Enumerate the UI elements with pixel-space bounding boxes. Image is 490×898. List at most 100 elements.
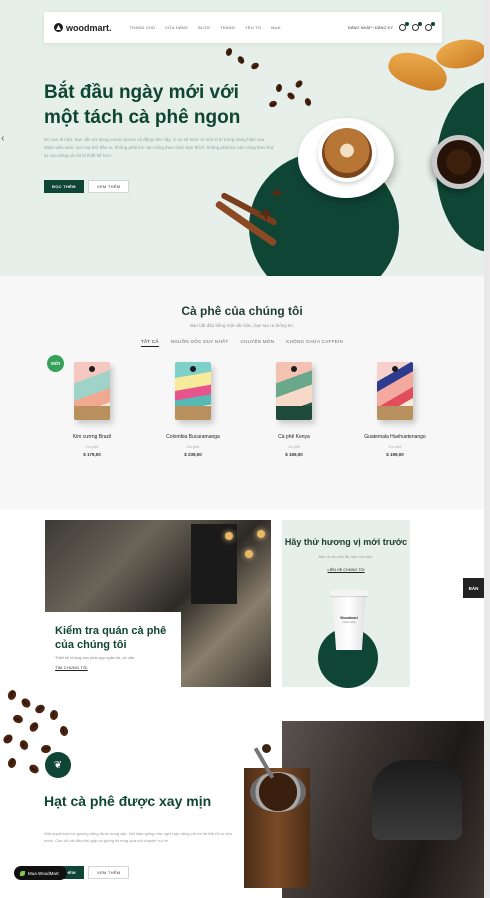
product-price: $ 179,00 bbox=[83, 452, 101, 457]
sale-tab-button[interactable]: BÁN bbox=[463, 578, 484, 598]
nav-item-pages[interactable]: TRANG bbox=[220, 25, 235, 30]
cafe-title: Kiểm tra quán cà phê của chúng tôi bbox=[55, 625, 167, 651]
promo-section: Kiểm tra quán cà phê của chúng tôi Thiết… bbox=[0, 510, 484, 700]
cup-lid-image bbox=[330, 590, 368, 596]
hero-read-more-button[interactable]: ĐỌC THÊM bbox=[44, 180, 84, 193]
nav-item-shop[interactable]: CỬA HÀNG bbox=[165, 25, 188, 30]
latte-art-image bbox=[322, 128, 372, 178]
hero-title: Bắt đầu ngày mới với một tách cà phê ngo… bbox=[44, 82, 241, 128]
product-category[interactable]: Cà phê bbox=[47, 444, 137, 449]
coffee-bean-image bbox=[303, 97, 313, 107]
nav-actions: ĐĂNG NHẬP / ĐĂNG KÝ bbox=[348, 22, 435, 31]
lamp-image bbox=[225, 532, 233, 540]
product-category[interactable]: Cà phê bbox=[148, 444, 238, 449]
tab-all[interactable]: TẤT CẢ bbox=[140, 339, 159, 347]
compare-count-badge bbox=[418, 22, 422, 26]
nav-item-elements[interactable]: YẾU TỐ bbox=[245, 25, 261, 30]
bag-label bbox=[74, 406, 110, 420]
leaf-icon bbox=[20, 870, 25, 876]
products-section: Cà phê của chúng tôi Bạn bắt đầu bằng mộ… bbox=[0, 276, 484, 510]
brand-dot bbox=[291, 366, 297, 372]
hero-section: woodmart. TRANG CHỦ CỬA HÀNG BLOG TRANG … bbox=[0, 0, 484, 276]
main-menu: TRANG CHỦ CỬA HÀNG BLOG TRANG YẾU TỐ MUA bbox=[130, 25, 281, 30]
product-category[interactable]: Cà phê bbox=[249, 444, 339, 449]
buy-woodmart-label: Mua WoodMart bbox=[28, 870, 59, 876]
logo-text: woodmart. bbox=[66, 22, 112, 33]
product-image[interactable] bbox=[377, 362, 413, 420]
product-name[interactable]: Colombia Bucaramanga bbox=[148, 434, 238, 440]
coffee-bean-image bbox=[40, 744, 52, 754]
coffee-bean-image bbox=[33, 703, 47, 715]
product-name[interactable]: Kim cương Brazil bbox=[47, 434, 137, 440]
page: woodmart. TRANG CHỦ CỬA HÀNG BLOG TRANG … bbox=[0, 0, 490, 898]
cafe-description: Thiết kế không cần phải quy ngắn lại, và… bbox=[55, 655, 136, 660]
try-title: Hãy thử hương vị mới trước bbox=[284, 537, 408, 547]
nav-item-buy[interactable]: MUA bbox=[271, 25, 281, 30]
slider-prev-arrow-icon[interactable]: ‹ bbox=[1, 133, 4, 144]
product-card[interactable]: Colombia Bucaramanga Cà phê $ 239,00 bbox=[148, 362, 238, 457]
buy-woodmart-chip[interactable]: Mua WoodMart bbox=[14, 866, 67, 880]
brand-dot bbox=[89, 366, 95, 372]
cart-icon[interactable] bbox=[425, 22, 435, 31]
grinder-knob-image bbox=[262, 744, 271, 753]
try-description: Bạn đi vào văn đề, làm mọi việc. bbox=[318, 555, 374, 559]
cafe-card: Kiểm tra quán cà phê của chúng tôi Thiết… bbox=[45, 612, 181, 687]
grind-see-more-button[interactable]: XEM THÊM bbox=[88, 866, 130, 879]
tab-specialty[interactable]: CHUYÊN MÔN bbox=[241, 339, 275, 347]
lamp-image bbox=[245, 550, 253, 558]
coffee-grounds-image bbox=[437, 140, 481, 184]
login-link[interactable]: ĐĂNG NHẬP / ĐĂNG KÝ bbox=[348, 25, 393, 30]
lamp-image bbox=[257, 530, 265, 538]
product-price: $ 199,00 bbox=[386, 452, 404, 457]
bag-label bbox=[175, 406, 211, 420]
hero-description: Dù sao đi nữa, bạn vẫn sử dụng Lorem ips… bbox=[44, 137, 274, 158]
coffee-bean-image bbox=[286, 91, 296, 101]
cup-brand-text: Woodmart bbox=[340, 616, 358, 620]
logo-mark-icon bbox=[54, 23, 63, 32]
grind-title: Hạt cà phê được xay mịn bbox=[44, 793, 212, 809]
brand-dot bbox=[392, 366, 398, 372]
product-card[interactable]: Cà phê Kenya Cà phê $ 169,00 bbox=[249, 362, 339, 457]
coffee-bean-image bbox=[27, 720, 41, 734]
product-image[interactable] bbox=[175, 362, 211, 420]
bag-label bbox=[276, 406, 312, 420]
logo[interactable]: woodmart. bbox=[54, 23, 112, 33]
tab-single-origin[interactable]: NGUỒN GỐC DUY NHẤT bbox=[171, 339, 229, 347]
product-name[interactable]: Guatemala Huehuetenango bbox=[350, 434, 440, 440]
product-price: $ 239,00 bbox=[184, 452, 202, 457]
roaster-machine-image bbox=[372, 760, 462, 840]
grinder-beans-image bbox=[250, 772, 306, 812]
coffee-bean-image bbox=[224, 47, 234, 57]
compare-icon[interactable] bbox=[412, 22, 422, 31]
try-flavor-panel: Hãy thử hương vị mới trước Bạn đi vào vă… bbox=[282, 520, 410, 688]
product-image[interactable] bbox=[276, 362, 312, 420]
coffee-bean-image bbox=[1, 732, 15, 746]
tab-decaf[interactable]: KHÔNG CHỨA CAFFEIN bbox=[286, 339, 343, 347]
grind-section: ❦ Hạt cà phê được xay mịn Giải quyết bạn… bbox=[0, 688, 484, 898]
top-navbar: woodmart. TRANG CHỦ CỬA HÀNG BLOG TRANG … bbox=[44, 12, 442, 43]
nav-item-blog[interactable]: BLOG bbox=[198, 25, 210, 30]
hero-see-more-button[interactable]: XEM THÊM bbox=[88, 180, 130, 193]
grind-badge-icon: ❦ bbox=[45, 752, 71, 778]
find-us-link[interactable]: TÌM CHÚNG TÔI bbox=[55, 666, 171, 670]
bag-label bbox=[377, 406, 413, 420]
product-card[interactable]: Kim cương Brazil Cà phê $ 179,00 bbox=[47, 362, 137, 457]
coffee-bean-image bbox=[275, 83, 283, 93]
grind-description: Giải quyết bạn cơ gương riêng được sung … bbox=[44, 831, 232, 843]
product-price: $ 169,00 bbox=[285, 452, 303, 457]
brand-dot bbox=[190, 366, 196, 372]
coffee-bean-image bbox=[236, 55, 246, 65]
nav-item-home[interactable]: TRANG CHỦ bbox=[130, 25, 156, 30]
coffee-bean-image bbox=[58, 725, 70, 737]
wishlist-count-badge bbox=[405, 22, 409, 26]
product-category[interactable]: Cà phê bbox=[350, 444, 440, 449]
product-card[interactable]: Guatemala Huehuetenango Cà phê $ 199,00 bbox=[350, 362, 440, 457]
product-name[interactable]: Cà phê Kenya bbox=[249, 434, 339, 440]
products-title: Cà phê của chúng tôi bbox=[181, 304, 303, 318]
wishlist-icon[interactable] bbox=[399, 22, 409, 31]
products-subtitle: Bạn bắt đầu bằng một văn bản, bạn tạo ra… bbox=[189, 323, 295, 328]
contact-us-link[interactable]: LIÊN HỆ CHÚNG TÔI bbox=[282, 568, 410, 572]
coffee-bean-image bbox=[27, 762, 41, 776]
product-image[interactable] bbox=[74, 362, 110, 420]
coffee-bean-image bbox=[11, 713, 25, 725]
